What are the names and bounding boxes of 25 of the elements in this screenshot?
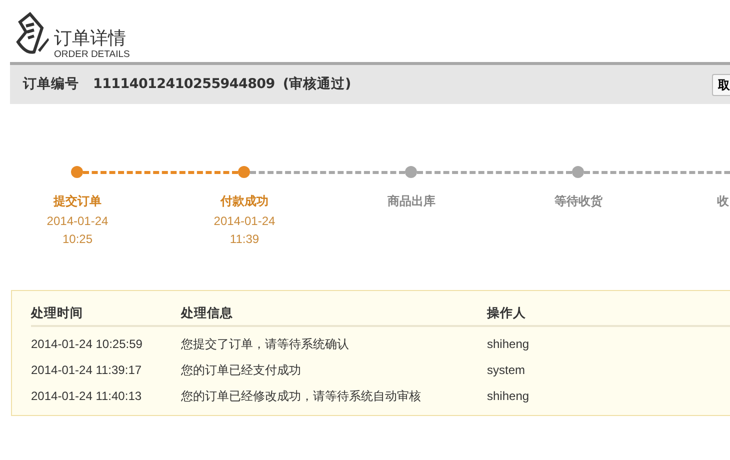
page-subtitle: ORDER DETAILS	[54, 49, 130, 60]
table-cell-text: 您提交了订单，请等待系统确认	[181, 336, 350, 353]
column-header: 操作人	[487, 304, 527, 322]
table-cell-text: 您的订单已经支付成功	[181, 362, 302, 379]
step-label: 商品出库	[388, 193, 436, 210]
step-label: 提交订单	[54, 193, 102, 210]
page-title: 订单详情	[54, 29, 127, 49]
step-label: 付款成功	[220, 193, 268, 210]
step-time: 2014-01-24 10:25	[46, 213, 108, 248]
table-cell-text: 2014-01-24 10:25:59	[31, 336, 144, 353]
step-time: 2014-01-24 11:39	[214, 213, 276, 248]
step-label: 等待收货	[554, 193, 602, 210]
column-header: 处理信息	[181, 304, 234, 322]
table-cell-text: shiheng	[487, 336, 530, 353]
table-cell-text: 2014-01-24 11:40:13	[31, 388, 143, 405]
order-status: (审核通过)	[282, 75, 352, 94]
cancel-button[interactable]: 取	[712, 74, 730, 96]
order-number: 11114012410255944809	[93, 75, 275, 94]
table-cell-text: shiheng	[487, 388, 530, 405]
table-cell-text: 您的订单已经修改成功，请等待系统自动审核	[181, 388, 422, 405]
step-label: 收	[717, 193, 729, 210]
table-cell-text: system	[487, 362, 526, 379]
table-cell-text: 2014-01-24 11:39:17	[31, 362, 143, 379]
column-header: 处理时间	[31, 304, 84, 322]
order-number-label: 订单编号	[23, 75, 79, 94]
